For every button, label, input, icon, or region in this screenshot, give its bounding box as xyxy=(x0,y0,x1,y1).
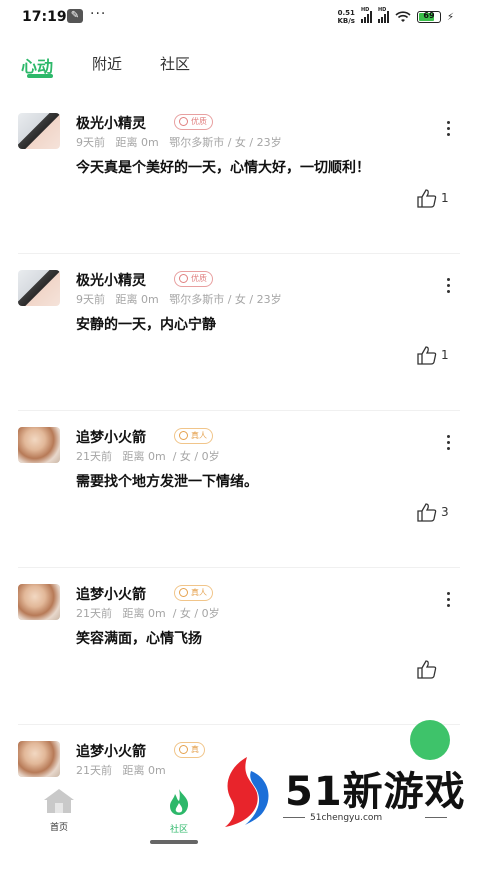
thumbs-up-icon xyxy=(417,189,437,208)
home-icon xyxy=(44,789,74,813)
nav-community[interactable]: 社区 xyxy=(149,788,209,835)
premium-badge: 优质 xyxy=(174,271,213,287)
tab-community[interactable]: 社区 xyxy=(160,53,190,74)
more-options-icon[interactable] xyxy=(443,278,453,298)
post-card[interactable]: 极光小精灵 优质 9天前 距离 0m 鄂尔多斯市 / 女 / 23岁 今天真是个… xyxy=(0,97,478,254)
avatar[interactable] xyxy=(18,270,60,306)
avatar[interactable] xyxy=(18,741,60,777)
nav-home[interactable]: 首页 xyxy=(29,788,89,833)
like-count: 1 xyxy=(441,191,449,205)
thumbs-up-icon xyxy=(417,660,437,679)
watermark-logo-icon xyxy=(225,757,269,827)
post-content: 笑容满面，心情飞扬 xyxy=(76,631,202,647)
like-count: 3 xyxy=(441,505,449,519)
post-card[interactable]: 追梦小火箭 真人 21天前 距离 0m / 女 / 0岁 笑容满面，心情飞扬 xyxy=(0,568,478,725)
post-meta: 9天前 距离 0m 鄂尔多斯市 / 女 / 23岁 xyxy=(76,293,282,306)
avatar[interactable] xyxy=(18,584,60,620)
like-button[interactable]: 3 xyxy=(416,502,449,522)
more-options-icon[interactable] xyxy=(443,592,453,612)
watermark: 51新游戏 51chengyu.com xyxy=(215,755,465,833)
like-button[interactable]: 1 xyxy=(416,188,449,208)
like-count: 1 xyxy=(441,348,449,362)
post-meta: 21天前 距离 0m xyxy=(76,764,166,777)
thumbs-up-icon xyxy=(417,503,437,522)
post-meta: 21天前 距离 0m / 女 / 0岁 xyxy=(76,607,220,620)
crown-icon xyxy=(179,117,188,126)
watermark-url: 51chengyu.com xyxy=(310,813,383,823)
crown-icon xyxy=(179,274,188,283)
charging-icon: ⚡ xyxy=(446,11,454,23)
wifi-icon xyxy=(395,11,411,22)
publish-button[interactable] xyxy=(410,720,450,760)
status-time: 17:19 xyxy=(22,9,67,25)
avatar[interactable] xyxy=(18,113,60,149)
watermark-line xyxy=(425,817,447,818)
network-speed: 0.51 KB/s xyxy=(337,9,355,25)
avatar[interactable] xyxy=(18,427,60,463)
post-content: 安静的一天，内心宁静 xyxy=(76,317,216,333)
user-name[interactable]: 极光小精灵 xyxy=(76,270,146,290)
signal-icon: HD xyxy=(360,7,372,23)
post-meta: 21天前 距离 0m / 女 / 0岁 xyxy=(76,450,220,463)
watermark-line xyxy=(283,817,305,818)
more-options-icon[interactable] xyxy=(443,121,453,141)
user-name[interactable]: 追梦小火箭 xyxy=(76,427,146,447)
thumbs-up-icon xyxy=(417,346,437,365)
user-name[interactable]: 极光小精灵 xyxy=(76,113,146,133)
gesture-bar[interactable] xyxy=(150,840,198,844)
like-button[interactable]: 1 xyxy=(416,345,449,365)
more-notifications-icon: ··· xyxy=(90,6,107,22)
post-content: 需要找个地方发泄一下情绪。 xyxy=(76,474,258,490)
post-meta: 9天前 距离 0m 鄂尔多斯市 / 女 / 23岁 xyxy=(76,136,282,149)
wrench-icon: ✎ xyxy=(67,9,83,23)
verified-badge: 真人 xyxy=(174,428,213,444)
person-icon xyxy=(179,431,188,440)
user-name[interactable]: 追梦小火箭 xyxy=(76,584,146,604)
tab-nearby[interactable]: 附近 xyxy=(92,53,122,74)
top-tabs: 心动 附近 社区 xyxy=(0,48,478,84)
battery-icon: 69 xyxy=(416,11,441,23)
user-name[interactable]: 追梦小火箭 xyxy=(76,741,146,761)
post-card[interactable]: 极光小精灵 优质 9天前 距离 0m 鄂尔多斯市 / 女 / 23岁 安静的一天… xyxy=(0,254,478,411)
premium-badge: 优质 xyxy=(174,114,213,130)
watermark-text: 51新游戏 xyxy=(285,769,466,815)
signal-icon: HD xyxy=(377,7,389,23)
post-content: 今天真是个美好的一天，心情大好，一切顺利！ xyxy=(76,160,370,176)
post-card[interactable]: 追梦小火箭 真人 21天前 距离 0m / 女 / 0岁 需要找个地方发泄一下情… xyxy=(0,411,478,568)
more-options-icon[interactable] xyxy=(443,435,453,455)
active-tab-indicator xyxy=(27,74,53,78)
like-button[interactable] xyxy=(416,659,441,679)
verified-badge: 真人 xyxy=(174,585,213,601)
verified-badge: 真 xyxy=(174,742,205,758)
person-icon xyxy=(179,745,188,754)
person-icon xyxy=(179,588,188,597)
flame-icon xyxy=(170,789,189,815)
status-bar: 17:19 ✎ ··· 0.51 KB/s HD HD 69 ⚡ xyxy=(0,0,478,34)
